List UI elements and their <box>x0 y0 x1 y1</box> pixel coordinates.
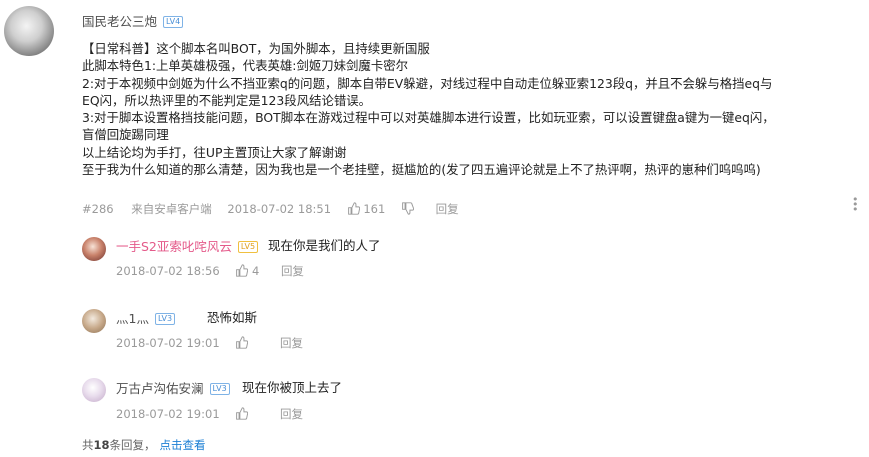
dislike-button[interactable] <box>401 202 418 216</box>
reply-author[interactable]: 灬1灬 LV3 <box>116 308 176 327</box>
reply-meta: 2018-07-02 18:56 4 回复 <box>116 263 304 279</box>
timestamp: 2018-07-02 18:51 <box>227 202 332 216</box>
avatar[interactable] <box>82 309 106 333</box>
reply-count-footer: 共18条回复， 点击查看 <box>82 437 206 453</box>
thumb-down-icon <box>402 202 414 215</box>
device-label: 来自安卓客户端 <box>131 202 212 216</box>
like-button[interactable] <box>235 407 252 421</box>
thumb-up-icon <box>236 336 249 349</box>
timestamp: 2018-07-02 19:01 <box>116 336 220 350</box>
reply-button[interactable]: 回复 <box>280 336 303 350</box>
reply-text: 现在你是我们的人了 <box>268 238 381 253</box>
reply-text: 恐怖如斯 <box>207 310 258 325</box>
comment-line: 此脚本特色1:上单英雄极强，代表英雄:剑姬刀妹剑魔卡密尔 <box>82 58 408 74</box>
comment-line: 3:对于脚本设置格挡技能问题，BOT脚本在游戏过程中可以对英雄脚本进行设置，比如… <box>82 110 775 126</box>
username[interactable]: 一手S2亚索叱咤风云 <box>116 239 232 254</box>
avatar[interactable] <box>82 378 106 402</box>
footer-prefix: 共 <box>82 438 94 452</box>
reply-button[interactable]: 回复 <box>280 407 303 421</box>
view-replies-link[interactable]: 点击查看 <box>160 438 206 452</box>
timestamp: 2018-07-02 19:01 <box>116 407 220 421</box>
reply-meta: 2018-07-02 19:01 回复 <box>116 406 303 422</box>
thumb-up-icon <box>347 202 360 215</box>
timestamp: 2018-07-02 18:56 <box>116 264 220 278</box>
comment-line: EQ闪，所以热评里的不能判定是123段风结论错误。 <box>82 92 372 108</box>
username[interactable]: 万古卢沟佑安澜 <box>116 381 204 396</box>
username[interactable]: 灬1灬 <box>116 311 149 326</box>
like-button[interactable] <box>235 336 252 350</box>
avatar[interactable] <box>4 6 54 56</box>
reply-count: 18 <box>93 438 110 452</box>
comment-meta: #286 来自安卓客户端 2018-07-02 18:51 161 回复 <box>82 201 459 217</box>
like-count: 4 <box>251 264 260 278</box>
floor-number: #286 <box>82 202 114 216</box>
avatar[interactable] <box>82 237 106 261</box>
thumb-up-icon <box>236 407 249 420</box>
comment-line: 【日常科普】这个脚本名叫BOT，为国外脚本，且持续更新国服 <box>82 41 430 56</box>
comment-line: 以上结论均为手打，往UP主置顶让大家了解谢谢 <box>82 144 347 160</box>
level-badge: LV5 <box>237 241 259 253</box>
reply-author[interactable]: 一手S2亚索叱咤风云 LV5 <box>116 236 259 255</box>
level-badge: LV3 <box>209 383 230 395</box>
level-badge: LV4 <box>163 16 184 28</box>
reply-author[interactable]: 万古卢沟佑安澜 LV3 <box>116 378 230 397</box>
comment-line: 至于我为什么知道的那么清楚，因为我也是一个老挂壁，挺尴尬的(发了四五遍评论就是上… <box>82 162 761 178</box>
reply-button[interactable]: 回复 <box>436 202 459 216</box>
username[interactable]: 国民老公三炮 <box>82 14 157 29</box>
footer-suffix: 条回复， <box>109 438 156 452</box>
comment-line: 盲僧回旋踢同理 <box>82 127 169 143</box>
reply-meta: 2018-07-02 19:01 回复 <box>116 335 303 351</box>
like-button[interactable]: 161 <box>347 202 389 216</box>
more-vertical-icon[interactable]: • • • <box>852 194 860 215</box>
comment-line: 2:对于本视频中剑姬为什么不挡亚索q的问题，脚本自带EV躲避，对线过程中自动走位… <box>82 75 773 91</box>
reply-text: 现在你被顶上去了 <box>242 380 343 395</box>
reply-button[interactable]: 回复 <box>281 264 304 278</box>
like-count: 161 <box>363 202 386 216</box>
thumb-up-icon <box>236 264 249 277</box>
comment-author[interactable]: 国民老公三炮 LV4 <box>82 11 184 30</box>
like-button[interactable]: 4 <box>235 264 263 278</box>
comment-body: 【日常科普】这个脚本名叫BOT，为国外脚本，且持续更新国服 此脚本特色1:上单英… <box>82 40 862 178</box>
level-badge: LV3 <box>154 313 176 325</box>
